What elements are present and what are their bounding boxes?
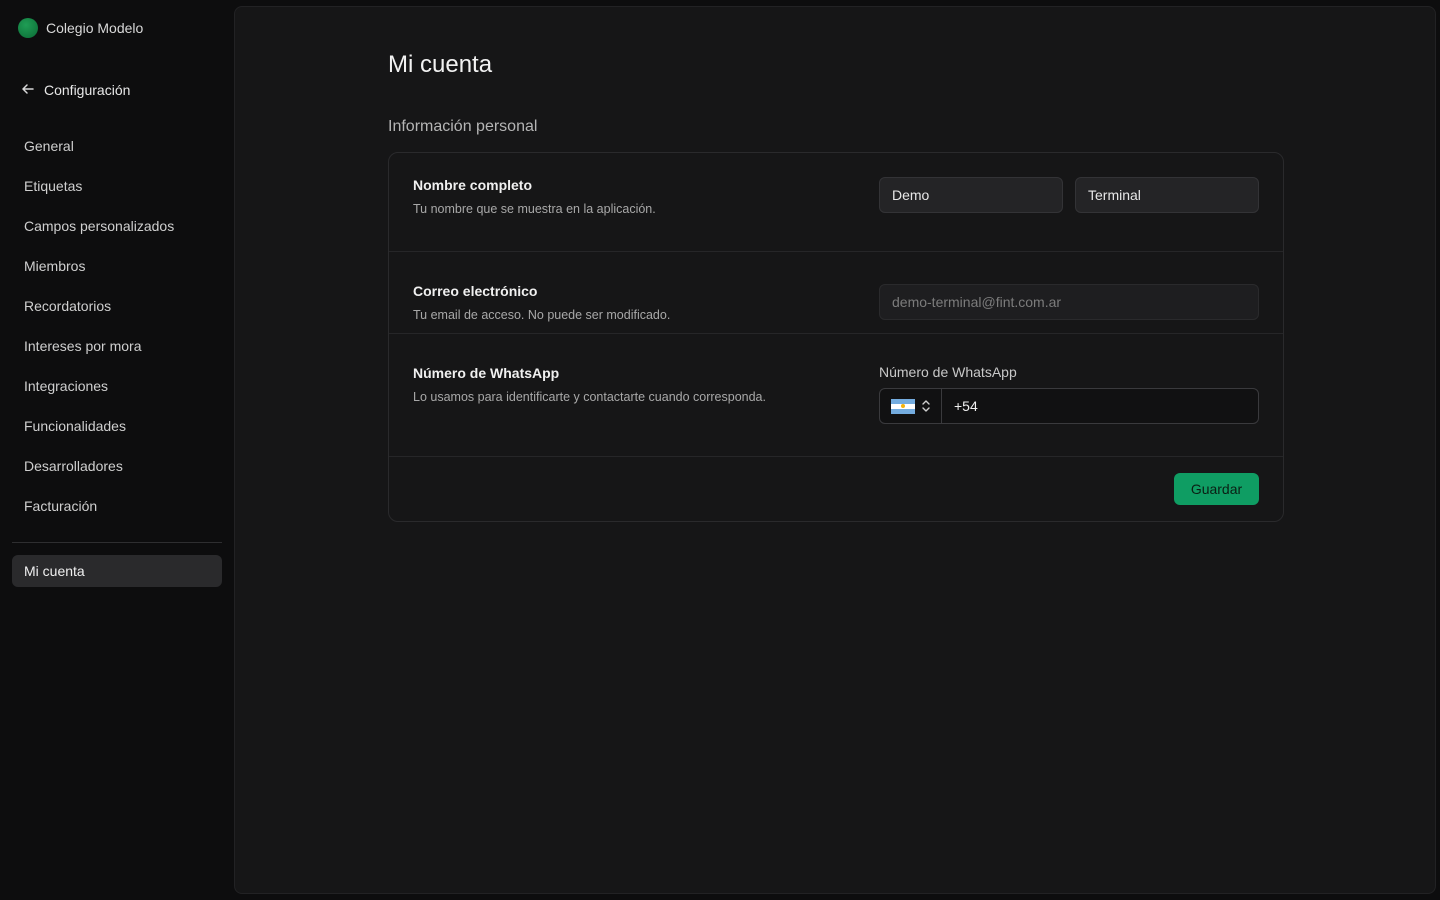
sidebar: Colegio Modelo Configuración General Eti… xyxy=(0,0,234,900)
whatsapp-field-label: Número de WhatsApp xyxy=(879,364,1017,380)
sidebar-item-mi-cuenta[interactable]: Mi cuenta xyxy=(12,555,222,587)
sidebar-item-facturacion[interactable]: Facturación xyxy=(12,490,222,522)
whatsapp-phone-field: +54 xyxy=(879,388,1259,424)
whatsapp-row: Número de WhatsApp Lo usamos para identi… xyxy=(389,334,1283,457)
sidebar-item-integraciones[interactable]: Integraciones xyxy=(12,370,222,402)
sidebar-divider xyxy=(12,542,222,543)
full-name-row: Nombre completo Tu nombre que se muestra… xyxy=(389,153,1283,252)
section-title: Información personal xyxy=(388,118,538,135)
sidebar-item-general[interactable]: General xyxy=(12,130,222,162)
argentina-flag-icon xyxy=(890,398,915,414)
full-name-label: Nombre completo xyxy=(413,177,533,193)
sidebar-item-recordatorios[interactable]: Recordatorios xyxy=(12,290,222,322)
personal-info-card: Nombre completo Tu nombre que se muestra… xyxy=(388,152,1284,522)
chevron-up-down-icon xyxy=(921,399,931,413)
country-code-select[interactable] xyxy=(880,389,942,423)
back-link-label: Configuración xyxy=(44,82,131,98)
sidebar-item-intereses-por-mora[interactable]: Intereses por mora xyxy=(12,330,222,362)
email-row: Correo electrónico Tu email de acceso. N… xyxy=(389,252,1283,334)
organization-switcher[interactable]: Colegio Modelo xyxy=(18,18,143,38)
whatsapp-number-input[interactable]: +54 xyxy=(942,389,1258,423)
whatsapp-label: Número de WhatsApp xyxy=(413,365,560,381)
first-name-input[interactable]: Demo xyxy=(879,177,1063,213)
page-title: Mi cuenta xyxy=(388,51,493,78)
sidebar-item-campos-personalizados[interactable]: Campos personalizados xyxy=(12,210,222,242)
whatsapp-description: Lo usamos para identificarte y contactar… xyxy=(413,390,766,404)
organization-name: Colegio Modelo xyxy=(46,20,144,36)
organization-logo-icon xyxy=(18,18,38,38)
email-field: demo-terminal@fint.com.ar xyxy=(879,284,1259,320)
full-name-description: Tu nombre que se muestra en la aplicació… xyxy=(413,202,656,216)
sidebar-item-funcionalidades[interactable]: Funcionalidades xyxy=(12,410,222,442)
email-label: Correo electrónico xyxy=(413,283,538,299)
settings-nav: General Etiquetas Campos personalizados … xyxy=(12,130,222,530)
email-description: Tu email de acceso. No puede ser modific… xyxy=(413,308,671,322)
last-name-input[interactable]: Terminal xyxy=(1075,177,1259,213)
back-to-settings-link[interactable]: Configuración xyxy=(20,80,130,100)
sidebar-item-miembros[interactable]: Miembros xyxy=(12,250,222,282)
sidebar-item-desarrolladores[interactable]: Desarrolladores xyxy=(12,450,222,482)
arrow-left-icon xyxy=(20,81,36,100)
save-button[interactable]: Guardar xyxy=(1174,473,1259,505)
main-panel: Mi cuenta Información personal Nombre co… xyxy=(234,6,1436,894)
sidebar-item-etiquetas[interactable]: Etiquetas xyxy=(12,170,222,202)
